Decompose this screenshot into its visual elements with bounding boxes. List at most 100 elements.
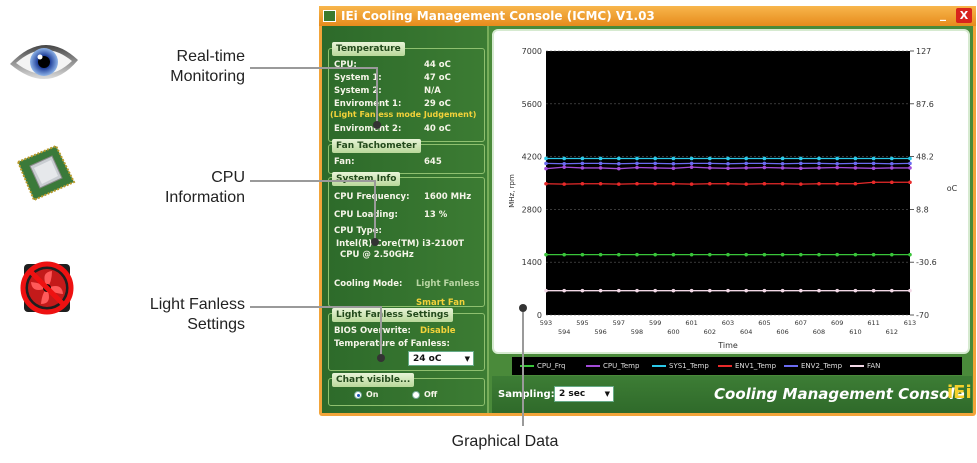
data-point [762,165,767,170]
minimize-button[interactable]: _ [936,8,950,22]
data-point [908,161,912,166]
callout-text: Real-time [176,48,245,65]
connector-dot [519,304,527,312]
chevron-down-icon: ▼ [464,355,470,363]
callout-light-fanless-settings: Light Fanless Settings [100,295,245,335]
data-point [762,161,767,166]
data-point [817,181,821,186]
legend-label: FAN [867,362,881,370]
temp-value: 29 oC [424,99,451,109]
y2-tick-label: 127 [916,47,931,56]
data-point [762,181,767,186]
connector-dot [377,354,385,362]
data-point [653,252,657,257]
chart-visible-off-label: Off [424,390,438,399]
fanless-temp-select[interactable]: 24 oC ▼ [408,351,474,366]
data-point [617,156,621,161]
data-point [580,161,585,166]
connector-line [250,67,378,69]
y2-axis-label: oC [947,184,958,193]
data-point [908,156,912,161]
temp-label: Enviroment 1: [334,99,402,109]
temp-value: 40 oC [424,124,451,134]
cpu-freq-value: 1600 MHz [424,192,472,202]
legend-swatch [784,365,798,367]
temperature-header: Temperature [332,42,405,56]
data-point [817,156,821,161]
cpu-type-value: Intel(R) Core(TM) i3-2100T [336,239,465,249]
x-tick-label: 609 [831,319,843,327]
x-tick-label: 610 [849,328,861,336]
data-point [653,181,657,186]
data-point [890,288,894,293]
app-logo-icon [323,10,336,22]
x-tick-label: 608 [813,328,825,336]
y-tick-label: 4200 [522,153,542,162]
data-point [708,181,712,186]
fan-value: 645 [424,157,442,167]
data-point [744,166,748,170]
chart-legend: CPU_Frq CPU_Temp SYS1_Temp ENV1_Temp ENV2_Te… [512,357,962,375]
data-point [871,161,876,166]
data-point [689,252,694,257]
bios-overwrite-label: BIOS Overwrite: [334,326,411,336]
close-button[interactable]: X [956,8,972,23]
data-point [835,181,839,186]
chart-visible-on-radio[interactable] [354,391,362,399]
data-point [689,182,694,186]
temp-value: N/A [424,86,441,96]
callout-text: Monitoring [170,68,245,85]
chevron-down-icon: ▼ [604,390,610,398]
data-point [562,165,566,169]
sampling-select[interactable]: 2 sec ▼ [554,386,614,402]
connector-dot [373,121,381,129]
chart-container: 0 1400 2800 4200 5600 7000 -70 -30.6 8.8 48.2 87.6… [492,29,970,354]
cpu-chip-icon [16,144,76,202]
data-point [544,252,548,257]
chart-visible-off-radio[interactable] [412,391,420,399]
data-point [708,288,712,293]
x-tick-label: 603 [722,319,734,327]
icmc-window: IEi Cooling Management Console (ICMC) V1… [319,6,976,416]
fanless-temp-label: Temperature of Fanless: [334,339,450,349]
data-point [708,166,712,170]
temp-label: System 2: [334,86,382,96]
x-tick-label: 612 [886,328,898,336]
callout-text: Information [164,189,245,206]
legend-entry: CPU_Frq [520,357,565,375]
temp-label: Enviroment 2: [334,124,402,134]
y2-tick-label: 8.8 [916,205,929,214]
data-point [671,288,676,293]
data-point [562,288,566,293]
data-point [780,161,785,166]
data-point [744,182,748,186]
data-point [744,156,748,161]
connector-line [522,312,524,426]
connector-line [376,67,378,125]
cpu-load-value: 13 % [424,210,448,220]
connector-line [374,180,376,242]
data-point [617,252,621,257]
brand-text: Cooling Management Console [714,385,965,403]
cpu-freq-label: CPU Frequency: [334,192,410,202]
bottom-bar: Sampling: 2 sec ▼ Cooling Management Con… [492,376,972,413]
data-point [635,156,639,161]
sampling-value: 2 sec [559,389,586,399]
data-point [890,252,894,257]
title-bar[interactable]: IEi Cooling Management Console (ICMC) V1… [319,6,976,26]
data-point [817,288,821,293]
data-point [908,180,912,185]
data-point [726,181,730,186]
data-point [562,252,566,257]
legend-swatch [850,365,864,367]
data-point [780,181,785,186]
data-point [562,161,566,166]
callout-text: CPU [211,169,245,186]
data-point [799,156,803,161]
data-point [762,156,767,161]
connector-line [380,306,382,358]
data-point [544,166,548,171]
data-point [580,181,585,186]
data-point [890,166,894,170]
data-point [635,165,639,170]
